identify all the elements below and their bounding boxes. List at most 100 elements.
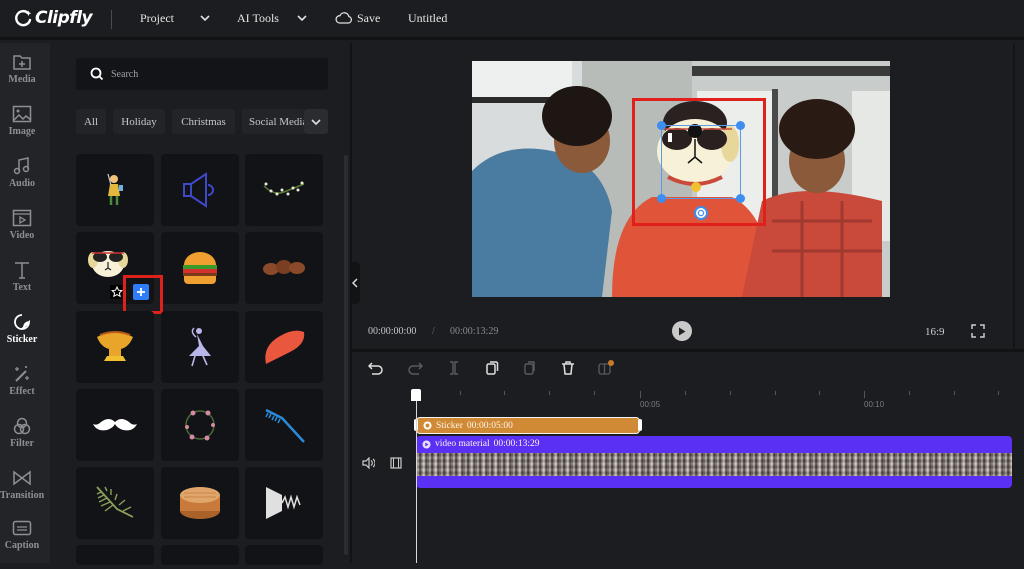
sticker-tile[interactable] bbox=[245, 311, 323, 383]
replace-icon[interactable] bbox=[598, 360, 616, 376]
divider bbox=[1013, 43, 1015, 349]
document-title[interactable]: Untitled bbox=[408, 11, 447, 26]
aspect-ratio-selector[interactable]: 16:9 bbox=[925, 326, 945, 338]
sidebar: Media Image Audio Video Text Sticker Eff… bbox=[0, 43, 50, 563]
category-chip[interactable]: Christmas bbox=[172, 109, 235, 134]
dancer-sticker-icon bbox=[189, 327, 211, 367]
sidebar-item-label: Effect bbox=[9, 386, 35, 397]
spring-shock-sticker-icon bbox=[266, 487, 301, 519]
transition-bowtie-icon bbox=[13, 470, 31, 486]
flower-wreath-sticker-icon bbox=[185, 410, 215, 441]
time-separator: / bbox=[432, 326, 435, 337]
sticker-tile[interactable] bbox=[245, 232, 323, 304]
music-note-icon bbox=[13, 157, 30, 175]
ruler-tick bbox=[909, 391, 910, 395]
sticker-tile[interactable] bbox=[76, 389, 154, 461]
floral-vine-sticker-icon bbox=[263, 181, 305, 196]
chevron-down-icon bbox=[311, 118, 321, 125]
video-clip[interactable]: video material 00:00:13:29 bbox=[416, 436, 1012, 488]
image-icon bbox=[12, 105, 32, 123]
sticker-tile[interactable] bbox=[245, 389, 323, 461]
ruler-tick bbox=[775, 391, 776, 395]
duplicate-icon[interactable] bbox=[484, 360, 500, 376]
sticker-clip-duration: 00:00:05:00 bbox=[466, 420, 513, 431]
sticker-tile[interactable] bbox=[161, 232, 239, 304]
highlight-box-sticker bbox=[632, 98, 766, 226]
collapse-panel-button[interactable] bbox=[350, 262, 360, 304]
ruler-label: 00:05 bbox=[640, 400, 661, 409]
sidebar-item-audio[interactable]: Audio bbox=[0, 155, 44, 207]
track-video-icon[interactable] bbox=[390, 457, 402, 469]
video-clip-duration: 00:00:13:29 bbox=[493, 439, 540, 449]
sticker-tile[interactable] bbox=[76, 545, 154, 565]
search-input[interactable]: Search bbox=[76, 58, 328, 90]
play-button[interactable] bbox=[672, 321, 692, 341]
folder-plus-icon bbox=[13, 55, 31, 70]
video-clip-label: video material bbox=[435, 439, 490, 449]
fullscreen-icon[interactable] bbox=[971, 324, 985, 338]
project-menu[interactable]: Project bbox=[140, 11, 174, 26]
track-volume-icon[interactable] bbox=[362, 457, 375, 469]
split-icon[interactable] bbox=[446, 360, 462, 376]
sidebar-item-text[interactable]: Text bbox=[0, 259, 44, 311]
category-chip[interactable]: Holiday bbox=[113, 109, 165, 134]
sidebar-item-video[interactable]: Video bbox=[0, 207, 44, 259]
categories-expand-button[interactable] bbox=[304, 109, 328, 134]
video-preview[interactable] bbox=[472, 61, 890, 297]
sticker-tile[interactable] bbox=[161, 311, 239, 383]
current-time: 00:00:00:00 bbox=[368, 326, 417, 337]
category-chip[interactable]: All bbox=[76, 109, 106, 134]
ruler-tick bbox=[460, 391, 461, 395]
ruler-tick bbox=[549, 391, 550, 395]
total-time: 00:00:13:29 bbox=[450, 326, 499, 337]
undo-icon[interactable] bbox=[368, 360, 384, 376]
video-thumbnail-strip bbox=[416, 453, 1012, 476]
highlight-box-add-button bbox=[123, 275, 163, 314]
sticker-tile[interactable] bbox=[245, 467, 323, 539]
sticker-tile[interactable] bbox=[161, 467, 239, 539]
sidebar-item-filter[interactable]: Filter bbox=[0, 415, 44, 467]
magic-wand-icon bbox=[15, 366, 29, 382]
panel-scrollbar[interactable] bbox=[344, 155, 348, 555]
chevron-down-icon[interactable] bbox=[296, 12, 308, 24]
sticker-tile[interactable] bbox=[76, 467, 154, 539]
sidebar-item-sticker[interactable]: Sticker bbox=[0, 311, 44, 363]
sticker-tile[interactable] bbox=[161, 154, 239, 226]
ai-tools-menu[interactable]: AI Tools bbox=[237, 11, 279, 26]
golden-tree-bowl-sticker-icon bbox=[97, 331, 133, 361]
favorite-star-icon[interactable] bbox=[110, 285, 124, 299]
text-icon bbox=[15, 262, 29, 279]
playhead-handle[interactable] bbox=[411, 389, 421, 401]
save-button[interactable]: Save bbox=[357, 11, 380, 26]
sticker-tile[interactable] bbox=[161, 545, 239, 565]
category-chip[interactable]: Social Media bbox=[242, 109, 304, 134]
sidebar-item-label: Text bbox=[12, 282, 32, 293]
ruler-tick bbox=[685, 391, 686, 395]
play-icon bbox=[679, 327, 686, 335]
sticker-tile[interactable] bbox=[245, 545, 323, 565]
sidebar-item-caption[interactable]: Caption bbox=[0, 517, 44, 569]
sidebar-item-effect[interactable]: Effect bbox=[0, 363, 44, 415]
sidebar-item-label: Sticker bbox=[6, 334, 38, 345]
sticker-tile[interactable] bbox=[76, 311, 154, 383]
delete-icon[interactable] bbox=[560, 360, 576, 376]
chevron-down-icon[interactable] bbox=[199, 12, 211, 24]
redo-icon[interactable] bbox=[407, 360, 423, 376]
sidebar-item-transition[interactable]: Transition bbox=[0, 467, 44, 519]
ruler-tick bbox=[594, 391, 595, 395]
sidebar-item-media[interactable]: Media bbox=[0, 51, 44, 103]
sidebar-item-label: Video bbox=[9, 230, 35, 241]
sticker-clip-icon bbox=[423, 421, 432, 430]
sidebar-item-image[interactable]: Image bbox=[0, 103, 44, 155]
sidebar-item-label: Filter bbox=[10, 438, 34, 449]
sticker-tile[interactable] bbox=[161, 389, 239, 461]
copy-icon[interactable] bbox=[522, 360, 538, 376]
sticker-tile[interactable] bbox=[245, 154, 323, 226]
clip-trim-handle-right[interactable] bbox=[638, 419, 642, 431]
video-icon bbox=[12, 209, 32, 227]
app-logo[interactable]: Clipfly bbox=[15, 8, 93, 28]
sticker-clip[interactable]: Sticker 00:00:05:00 bbox=[414, 417, 642, 434]
ruler-tick bbox=[640, 391, 641, 398]
sticker-tile[interactable] bbox=[76, 154, 154, 226]
ruler-tick bbox=[954, 391, 955, 395]
